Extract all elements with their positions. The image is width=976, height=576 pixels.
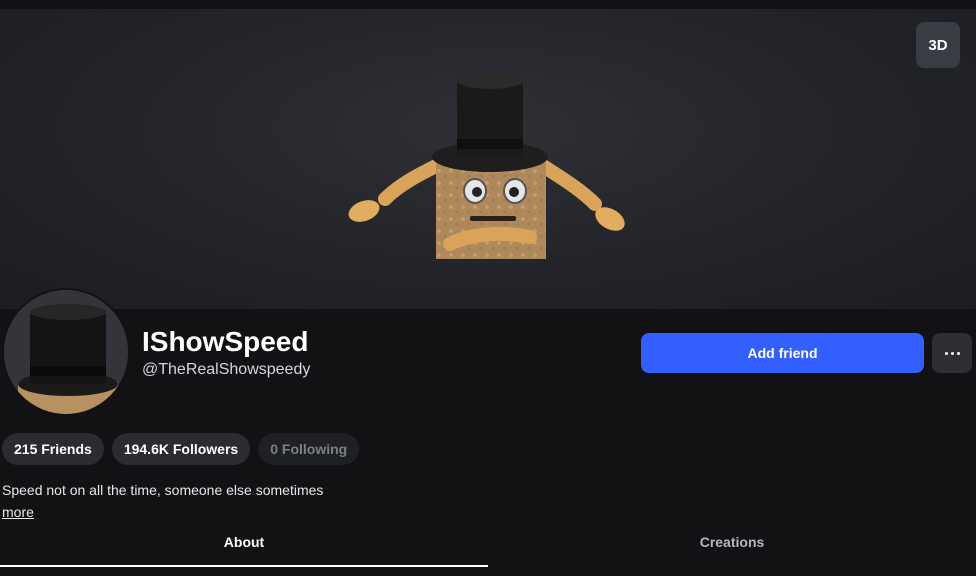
ellipsis-icon <box>944 351 948 355</box>
avatar-3d-viewer[interactable]: 3D <box>0 9 976 309</box>
add-friend-button[interactable]: Add friend <box>641 333 924 373</box>
profile-stats: 215 Friends 194.6K Followers 0 Following <box>2 433 360 465</box>
tab-about[interactable]: About <box>0 526 488 576</box>
ellipsis-icon <box>950 351 954 355</box>
username: @TheRealShowspeedy <box>142 361 311 378</box>
profile-bio: Speed not on all the time, someone else … <box>2 482 324 498</box>
followers-count-button[interactable]: 194.6K Followers <box>111 433 251 465</box>
tab-creations[interactable]: Creations <box>488 526 976 576</box>
avatar-3d-figure <box>348 73 625 259</box>
profile-tabs: About Creations <box>0 526 976 576</box>
bio-more-link[interactable]: more <box>2 504 34 520</box>
toggle-3d-button[interactable]: 3D <box>916 22 960 68</box>
avatar-headshot-image <box>4 290 128 414</box>
friends-count-button[interactable]: 215 Friends <box>2 433 104 465</box>
display-name: IShowSpeed <box>142 326 309 357</box>
avatar <box>2 288 130 416</box>
ellipsis-icon <box>956 351 960 355</box>
more-options-button[interactable] <box>932 333 972 373</box>
profile-page: 3D IShowSpeed @TheRealShowspeedy Add fri… <box>0 0 976 576</box>
following-count-button[interactable]: 0 Following <box>258 433 360 465</box>
